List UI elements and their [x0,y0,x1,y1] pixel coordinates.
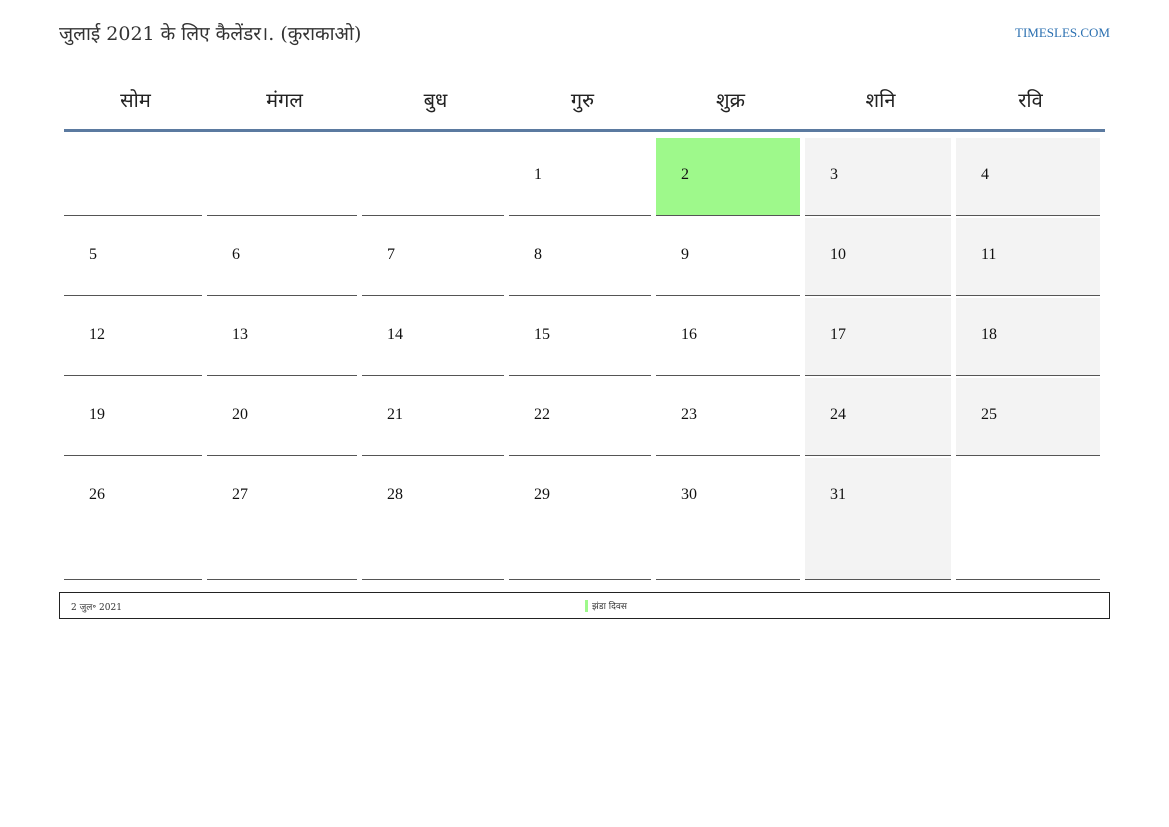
day-cell-highlighted[interactable]: 2 [656,136,805,216]
weeks: 1 2 3 4 5 6 7 8 9 10 11 12 13 14 15 16 1… [64,136,1105,580]
site-link[interactable]: TIMESLES.COM [1015,25,1110,41]
day-cell-weekend[interactable]: 24 [805,376,956,456]
day-number: 15 [534,326,550,343]
day-cell-empty [64,136,207,216]
day-number: 24 [830,406,846,423]
day-number: 20 [232,406,248,423]
day-cell-weekend[interactable]: 25 [956,376,1105,456]
holiday-legend: झंडा दिवस [585,599,627,612]
day-cell[interactable]: 23 [656,376,805,456]
day-cell-empty [956,456,1105,580]
day-cell[interactable]: 13 [207,296,362,376]
day-header-sat: शनि [865,88,896,112]
day-cell[interactable]: 27 [207,456,362,580]
day-number: 27 [232,486,248,503]
day-cell[interactable]: 22 [509,376,656,456]
day-cell[interactable]: 16 [656,296,805,376]
day-cell[interactable]: 26 [64,456,207,580]
day-number: 30 [681,486,697,503]
holiday-date: 2 जुल॰ 2021 [71,603,122,613]
day-number: 18 [981,326,997,343]
day-cell[interactable]: 21 [362,376,509,456]
day-number: 9 [681,246,689,263]
page-title: जुलाई 2021 के लिए कैलेंडर।. (कुराकाओ) [59,23,362,45]
day-number: 5 [89,246,97,263]
day-cell-weekend[interactable]: 31 [805,456,956,580]
day-cell-weekend[interactable]: 18 [956,296,1105,376]
day-cell-empty [362,136,509,216]
day-cell[interactable]: 15 [509,296,656,376]
day-header-wed: बुध [423,88,448,112]
day-number: 13 [232,326,248,343]
day-number: 11 [981,246,997,263]
day-number: 19 [89,406,105,423]
day-cell-weekend[interactable]: 4 [956,136,1105,216]
day-number: 22 [534,406,550,423]
day-number: 17 [830,326,846,343]
day-cell-weekend[interactable]: 3 [805,136,956,216]
week-row: 19 20 21 22 23 24 25 [64,376,1105,456]
holiday-name: झंडा दिवस [592,602,628,612]
day-cell[interactable]: 1 [509,136,656,216]
week-row: 12 13 14 15 16 17 18 [64,296,1105,376]
day-number: 10 [830,246,846,263]
week-row: 5 6 7 8 9 10 11 [64,216,1105,296]
day-cell-empty [207,136,362,216]
day-number: 28 [387,486,403,503]
day-header-thu: गुरु [570,88,595,112]
day-number: 12 [89,326,105,343]
holiday-footer: 2 जुल॰ 2021 झंडा दिवस [59,592,1110,619]
day-number: 25 [981,406,997,423]
week-row: 1 2 3 4 [64,136,1105,216]
day-cell[interactable]: 7 [362,216,509,296]
day-number: 23 [681,406,697,423]
day-cell[interactable]: 20 [207,376,362,456]
day-header-tue: मंगल [266,88,303,112]
day-number: 31 [830,486,846,503]
day-cell-weekend[interactable]: 17 [805,296,956,376]
day-number: 26 [89,486,105,503]
day-cell[interactable]: 12 [64,296,207,376]
day-cell-weekend[interactable]: 10 [805,216,956,296]
day-header-row: सोम मंगल बुध गुरु शुक्र शनि रवि [64,70,1105,132]
day-number: 29 [534,486,550,503]
day-cell[interactable]: 19 [64,376,207,456]
day-header-sun: रवि [1018,88,1043,112]
day-number: 6 [232,246,240,263]
day-cell[interactable]: 5 [64,216,207,296]
calendar-grid: सोम मंगल बुध गुरु शुक्र शनि रवि 1 2 3 4 … [64,70,1105,580]
day-number: 14 [387,326,403,343]
week-row: 26 27 28 29 30 31 [64,456,1105,580]
day-number: 3 [830,166,838,183]
day-cell[interactable]: 8 [509,216,656,296]
day-number: 2 [681,166,689,183]
day-number: 21 [387,406,403,423]
day-cell[interactable]: 28 [362,456,509,580]
day-number: 1 [534,166,542,183]
day-cell[interactable]: 14 [362,296,509,376]
day-cell[interactable]: 9 [656,216,805,296]
day-number: 4 [981,166,989,183]
day-cell-weekend[interactable]: 11 [956,216,1105,296]
day-number: 8 [534,246,542,263]
day-cell[interactable]: 6 [207,216,362,296]
day-number: 7 [387,246,395,263]
day-cell[interactable]: 29 [509,456,656,580]
day-number: 16 [681,326,697,343]
legend-color-swatch [585,599,588,612]
day-cell[interactable]: 30 [656,456,805,580]
day-header-mon: सोम [120,88,151,112]
day-header-fri: शुक्र [716,88,745,112]
